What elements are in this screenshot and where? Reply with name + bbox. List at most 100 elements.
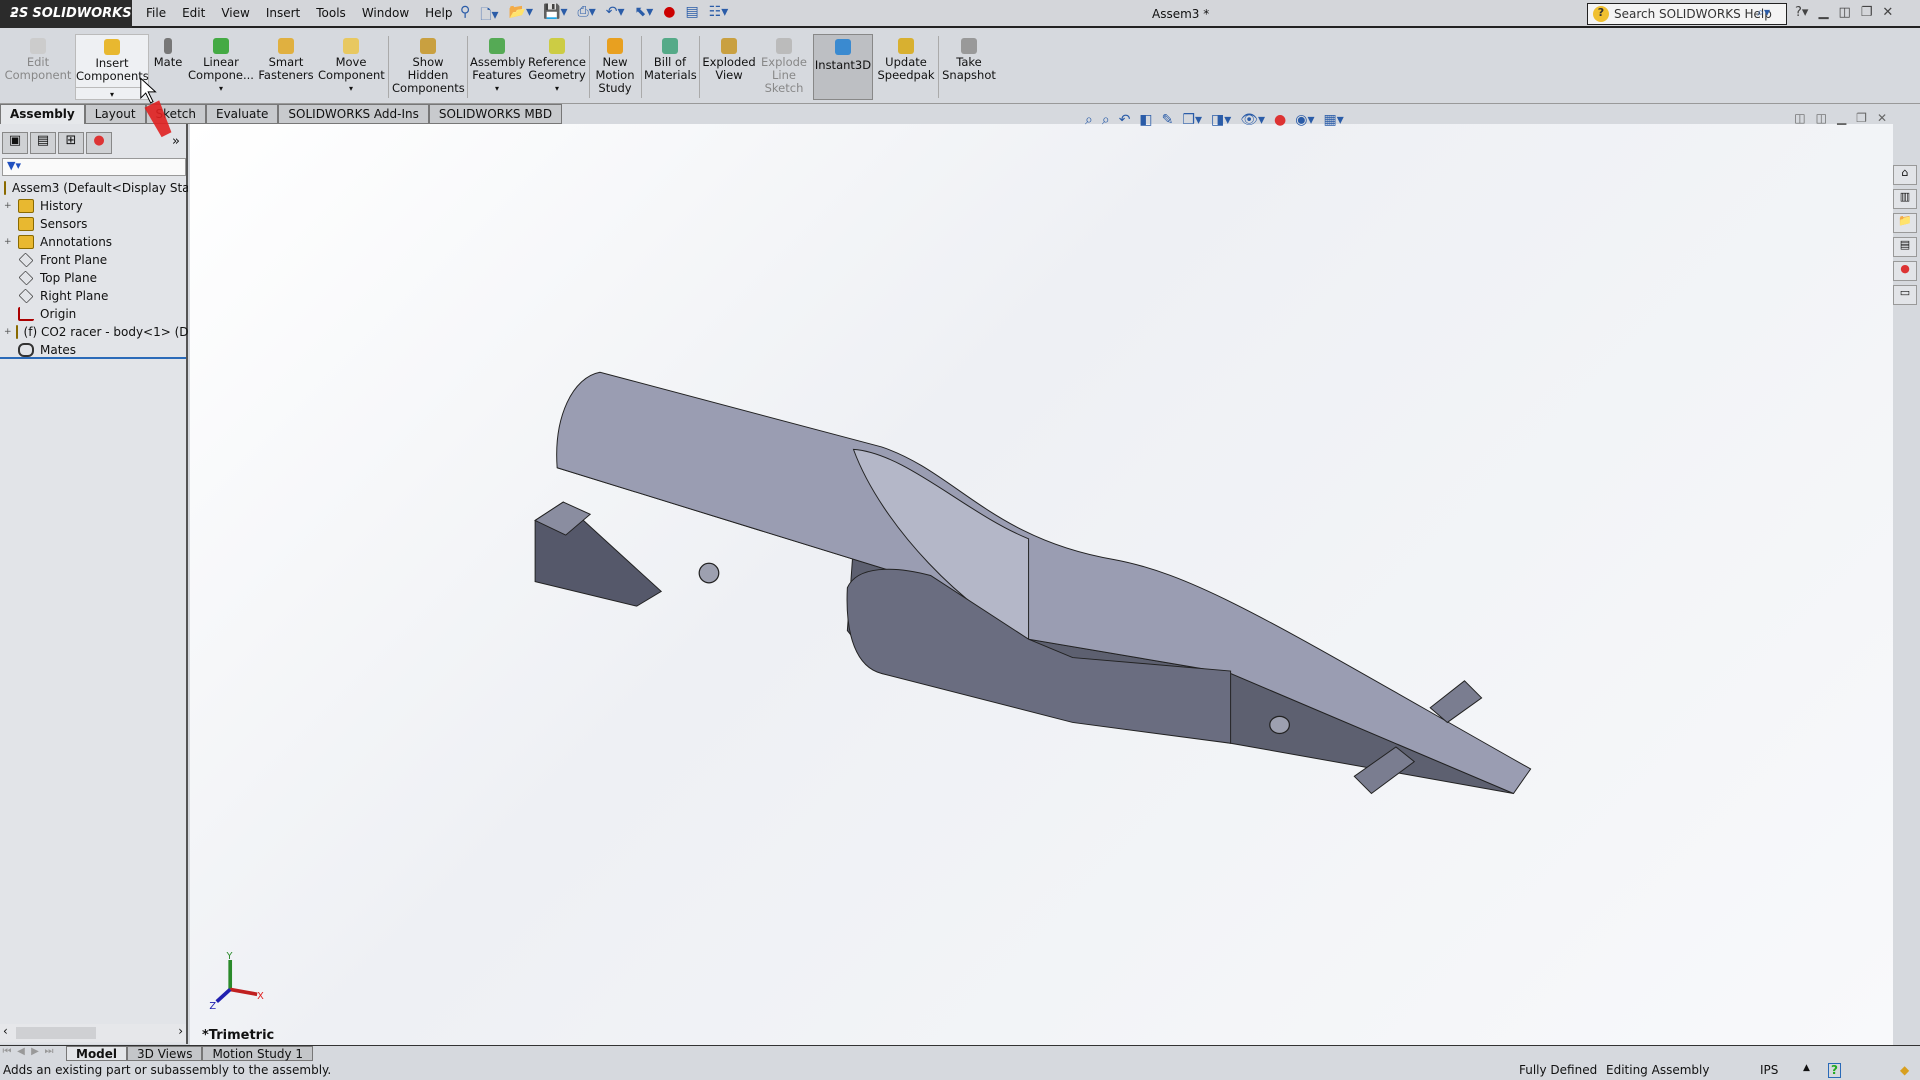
previous-view-icon[interactable]: ↶ [1119,112,1131,128]
take-snapshot-button[interactable]: Take Snapshot [941,34,997,100]
quick-tips-icon[interactable]: ? [1828,1063,1841,1078]
menu-file[interactable]: File [146,6,166,20]
tree-item[interactable]: Sensors [4,215,188,233]
tab-motion-study-1[interactable]: Motion Study 1 [202,1046,313,1061]
edit-component-button[interactable]: Edit Component [4,34,72,100]
mate-button[interactable]: Mate [152,34,184,100]
menu-edit[interactable]: Edit [182,6,205,20]
exploded-view-button[interactable]: Exploded View [702,34,756,100]
solidworks-resources-icon[interactable]: ⌂ [1893,165,1917,185]
tree-item[interactable]: +History [4,197,188,215]
file-properties-icon[interactable]: ▤ [685,4,698,28]
assembly-features-button[interactable]: Assembly Features▾ [470,34,524,100]
display-style-icon[interactable]: ◨▾ [1211,112,1231,128]
tree-item[interactable]: Front Plane [4,251,188,269]
options-icon[interactable]: ☷▾ [709,4,729,28]
search-icon[interactable]: ⌕▾ [1757,5,1770,20]
feature-manager-tab[interactable]: ▣ [2,132,28,154]
menu-tools[interactable]: Tools [316,6,346,20]
update-speedpak-button[interactable]: Update Speedpak [877,34,935,100]
close-button[interactable]: ✕ [1882,5,1893,20]
hide-show-icon[interactable]: 👁▾ [1240,112,1265,128]
expand-icon[interactable]: + [4,327,12,337]
split-right-icon[interactable]: ◫ [1816,111,1827,125]
open-icon[interactable]: 📂▾ [509,4,533,28]
next-tab-icon[interactable]: ▶ [28,1046,42,1061]
panel-horizontal-scrollbar[interactable]: ‹› [0,1024,186,1042]
first-tab-icon[interactable]: ⏮ [0,1046,14,1061]
tab-addins[interactable]: SOLIDWORKS Add-Ins [278,104,428,124]
unit-menu-arrow-icon[interactable]: ▲ [1803,1063,1810,1073]
viewport-restore-icon[interactable]: ❐ [1856,111,1867,125]
edit-appearance-icon[interactable]: ● [1274,112,1286,128]
rebuild-icon[interactable]: ● [663,4,675,28]
file-explorer-icon[interactable]: 📁 [1893,213,1917,233]
smart-fasteners-button[interactable]: Smart Fasteners [258,34,314,100]
print-icon[interactable]: ⎙▾ [578,4,596,28]
menu-view[interactable]: View [221,6,249,20]
view-orientation-icon[interactable]: ❒▾ [1182,112,1202,128]
unit-system[interactable]: IPS [1760,1063,1778,1077]
move-component-button[interactable]: Move Component▾ [318,34,384,100]
new-document-icon[interactable]: 🗋▾ [480,4,498,28]
tab-assembly[interactable]: Assembly [0,104,85,124]
tab-layout[interactable]: Layout [85,104,146,124]
insert-components-button[interactable]: Insert Components▾ [75,34,149,100]
expand-icon[interactable]: + [4,201,14,211]
graphics-area[interactable]: ⌕ ⌕ ↶ ◧ ✎ ❒▾ ◨▾ 👁▾ ● ◉▾ ▦▾ ◫ ◫ ▁ ❐ ✕ *Tr… [190,124,1893,1045]
help-icon[interactable]: ?▾ [1795,5,1808,20]
configuration-manager-tab[interactable]: ⊞ [58,132,84,154]
prev-tab-icon[interactable]: ◀ [14,1046,28,1061]
select-icon[interactable]: ⬉▾ [635,4,654,28]
bill-of-materials-button[interactable]: Bill of Materials [644,34,696,100]
show-hidden-components-button[interactable]: Show Hidden Components [392,34,464,100]
tab-3d-views[interactable]: 3D Views [127,1046,202,1061]
section-view-icon[interactable]: ◧ [1139,112,1152,128]
restore-button[interactable]: ❐ [1861,5,1873,20]
search-help-input[interactable]: ?Search SOLIDWORKS Help⌕▾ [1587,3,1787,25]
menu-window[interactable]: Window [362,6,409,20]
tree-item[interactable]: +Annotations [4,233,188,251]
save-icon[interactable]: 💾▾ [543,4,567,28]
zoom-to-fit-icon[interactable]: ⌕ [1085,112,1093,128]
property-manager-tab[interactable]: ▤ [30,132,56,154]
tree-filter-input[interactable]: ▼▾ [2,158,186,176]
linear-component-pattern-button[interactable]: Linear Compone...▾ [188,34,254,100]
tree-item[interactable]: Assem3 (Default<Display State [4,179,188,197]
pin-icon[interactable]: ⚲ [460,4,470,28]
tile-button[interactable]: ◫ [1838,5,1850,20]
tab-model[interactable]: Model [66,1046,127,1061]
menu-insert[interactable]: Insert [266,6,300,20]
undo-icon[interactable]: ↶▾ [606,4,625,28]
tab-mbd[interactable]: SOLIDWORKS MBD [429,104,562,124]
instant3d-button[interactable]: Instant3D [813,34,873,100]
dynamic-annotation-icon[interactable]: ✎ [1162,112,1174,128]
tab-sketch[interactable]: Sketch [146,104,206,124]
tab-evaluate[interactable]: Evaluate [206,104,278,124]
design-library-icon[interactable]: ▥ [1893,189,1917,209]
viewport-minimize-icon[interactable]: ▁ [1837,111,1846,125]
tree-item[interactable]: Top Plane [4,269,188,287]
display-manager-tab[interactable]: ● [86,132,112,154]
viewport-close-icon[interactable]: ✕ [1877,111,1887,125]
custom-properties-icon[interactable]: ▭ [1893,285,1917,305]
tree-item[interactable]: +(f) CO2 racer - body<1> (De [4,323,188,341]
explode-line-sketch-button[interactable]: Explode Line Sketch [758,34,810,100]
apply-scene-icon[interactable]: ◉▾ [1295,112,1314,128]
last-tab-icon[interactable]: ⏭ [42,1046,56,1061]
tree-item[interactable]: Origin [4,305,188,323]
minimize-button[interactable]: ▁ [1818,5,1828,20]
view-palette-icon[interactable]: ▤ [1893,237,1917,257]
split-left-icon[interactable]: ◫ [1794,111,1805,125]
new-motion-study-button[interactable]: New Motion Study [592,34,638,100]
menu-help[interactable]: Help [425,6,452,20]
reference-geometry-button[interactable]: Reference Geometry▾ [528,34,586,100]
appearances-icon[interactable]: ● [1893,261,1917,281]
zoom-to-area-icon[interactable]: ⌕ [1102,112,1110,128]
expand-panel-icon[interactable]: » [172,134,180,149]
solidworks-logo[interactable]: ƻSSOLIDWORKS [0,0,132,28]
tree-item[interactable]: Right Plane [4,287,188,305]
view-settings-icon[interactable]: ▦▾ [1324,112,1344,128]
tag-icon[interactable]: ◆ [1900,1063,1909,1077]
expand-icon[interactable]: + [4,237,14,247]
